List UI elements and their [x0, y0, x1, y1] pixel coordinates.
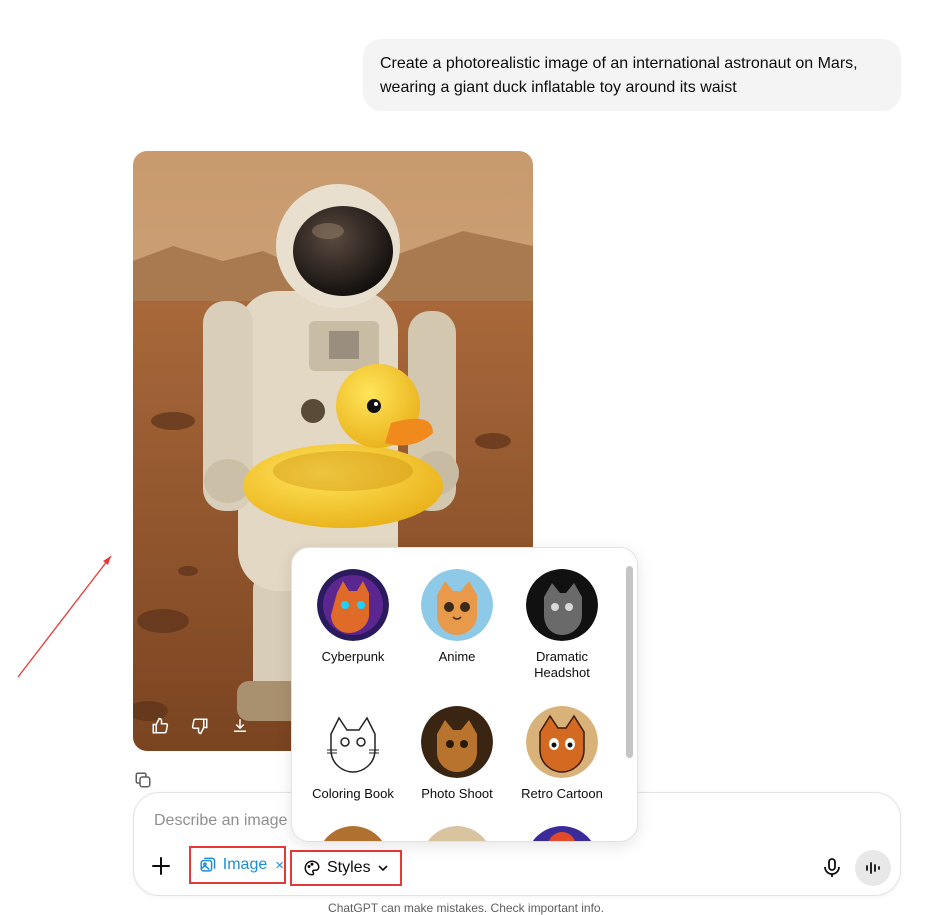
image-icon: [200, 857, 216, 872]
image-chip-label: Image: [222, 856, 268, 873]
style-item-photo-shoot[interactable]: Photo Shoot: [402, 706, 512, 802]
image-tool-chip[interactable]: Image ×: [189, 846, 286, 884]
disclaimer-text: ChatGPT can make mistakes. Check importa…: [328, 901, 604, 915]
cyberpunk-cat-thumbnail: [317, 569, 389, 641]
microphone-icon: [824, 858, 840, 877]
scrollbar-thumb[interactable]: [626, 566, 633, 758]
add-attachment-button[interactable]: [150, 855, 172, 877]
user-message-text: Create a photorealistic image of an inte…: [380, 55, 858, 96]
style-item-retro-cartoon[interactable]: Retro Cartoon: [507, 706, 617, 802]
style-thumbnail-partial: [526, 826, 598, 841]
style-label: Anime: [438, 649, 476, 664]
styles-menu: Cyberpunk Anime Dramatic Headshot Colori…: [291, 547, 638, 842]
chevron-down-icon: [378, 865, 388, 872]
voice-waveform-icon: [866, 862, 880, 874]
style-item-dramatic-headshot[interactable]: Dramatic Headshot: [507, 569, 617, 681]
styles-button-label: Styles: [327, 859, 371, 876]
style-label: Retro Cartoon: [521, 786, 603, 801]
download-icon: [234, 719, 246, 732]
download-button[interactable]: [227, 713, 253, 739]
styles-menu-scrollbar[interactable]: [624, 558, 634, 838]
style-label: Cyberpunk: [321, 649, 385, 664]
styles-button[interactable]: Styles: [290, 850, 402, 886]
dramatic-headshot-cat-thumbnail: [526, 569, 598, 641]
style-label: Coloring Book: [312, 786, 394, 801]
style-item-anime[interactable]: Anime: [402, 569, 512, 665]
style-thumbnail-partial: [317, 826, 389, 841]
photo-shoot-cat-thumbnail: [421, 706, 493, 778]
style-thumbnail-partial: [421, 826, 493, 841]
copy-button[interactable]: [134, 771, 152, 789]
style-item-coloring-book[interactable]: Coloring Book: [298, 706, 408, 802]
coloring-book-cat-thumbnail: [317, 706, 389, 778]
copy-icon: [135, 772, 151, 788]
style-label: Dramatic Headshot: [534, 649, 590, 680]
plus-icon: [152, 857, 170, 875]
style-item-partial-2[interactable]: [402, 826, 512, 841]
style-label: Photo Shoot: [421, 786, 493, 801]
style-item-partial-3[interactable]: [507, 826, 617, 841]
retro-cartoon-cat-thumbnail: [526, 706, 598, 778]
thumbs-up-button[interactable]: [147, 713, 173, 739]
thumbs-down-icon: [191, 718, 208, 735]
anime-cat-thumbnail: [421, 569, 493, 641]
microphone-button[interactable]: [822, 857, 842, 879]
style-item-cyberpunk[interactable]: Cyberpunk: [298, 569, 408, 665]
style-item-partial-1[interactable]: [298, 826, 408, 841]
image-chip-close-button[interactable]: ×: [275, 857, 284, 874]
user-message-bubble: Create a photorealistic image of an inte…: [363, 39, 901, 111]
thumbs-up-icon: [152, 717, 169, 734]
voice-mode-button[interactable]: [855, 850, 891, 886]
thumbs-down-button[interactable]: [187, 713, 213, 739]
palette-icon: [304, 860, 320, 876]
